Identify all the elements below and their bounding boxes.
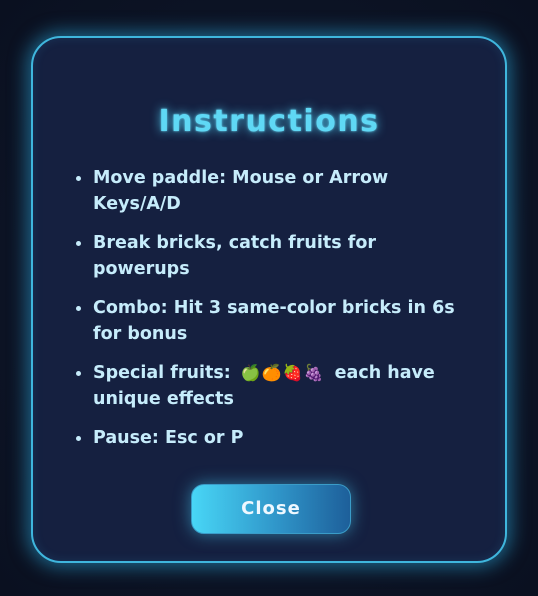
list-item-combo: Combo: Hit 3 same-color bricks in 6s for… <box>76 295 470 347</box>
bullet-icon <box>76 436 81 441</box>
bullet-icon <box>76 176 81 181</box>
bullet-icon <box>76 241 81 246</box>
list-item-text: Combo: Hit 3 same-color bricks in 6s for… <box>93 298 455 344</box>
list-item-text: Break bricks, catch fruits for powerups <box>93 233 377 279</box>
list-item-text: Pause: Esc or P <box>93 428 244 448</box>
instructions-list: Move paddle: Mouse or Arrow Keys/A/D Bre… <box>76 165 470 464</box>
instructions-modal: Instructions Move paddle: Mouse or Arrow… <box>31 36 507 563</box>
bullet-icon <box>76 306 81 311</box>
list-item-text: Move paddle: Mouse or Arrow Keys/A/D <box>93 168 389 214</box>
fruit-icons: 🍏🍊🍓🍇 <box>240 363 325 382</box>
list-item-special-fruits: Special fruits: 🍏🍊🍓🍇 each have unique ef… <box>76 360 470 412</box>
bullet-icon <box>76 371 81 376</box>
list-item-powerups: Break bricks, catch fruits for powerups <box>76 230 470 282</box>
list-item-text: Special fruits: <box>93 363 231 383</box>
list-item-pause: Pause: Esc or P <box>76 425 470 451</box>
modal-title: Instructions <box>158 104 380 139</box>
close-button[interactable]: Close <box>191 484 351 534</box>
list-item-controls: Move paddle: Mouse or Arrow Keys/A/D <box>76 165 470 217</box>
